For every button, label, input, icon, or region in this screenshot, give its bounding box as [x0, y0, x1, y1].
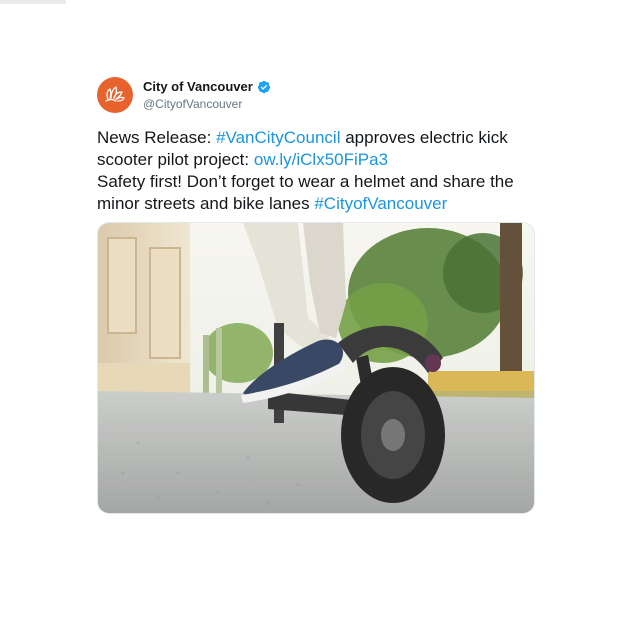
verified-badge-icon	[257, 80, 270, 93]
tweet-header: City of Vancouver @CityofVancouver	[97, 76, 535, 114]
top-edge-strip	[0, 0, 66, 4]
shortlink[interactable]: ow.ly/iClx50FiPa3	[254, 150, 388, 169]
tweet-card: City of Vancouver @CityofVancouver News …	[97, 76, 535, 215]
display-name[interactable]: City of Vancouver	[143, 79, 253, 95]
tweet-photo[interactable]	[97, 222, 535, 514]
hashtag-cityofvancouver[interactable]: #CityofVancouver	[314, 194, 447, 213]
hashtag-vancitycouncil[interactable]: #VanCityCouncil	[216, 128, 340, 147]
tweet-text-segment: Safety first! Don’t forget to wear a hel…	[97, 172, 514, 213]
tweet-text-segment: News Release:	[97, 128, 217, 147]
vancouver-flower-logo-icon	[105, 86, 125, 102]
user-handle[interactable]: @CityofVancouver	[143, 96, 271, 112]
avatar[interactable]	[97, 77, 133, 113]
tweet-text: News Release: #VanCityCouncil approves e…	[97, 127, 535, 215]
scooter-photo-illustration	[98, 223, 534, 513]
user-names: City of Vancouver @CityofVancouver	[143, 79, 271, 112]
name-row: City of Vancouver	[143, 79, 271, 95]
